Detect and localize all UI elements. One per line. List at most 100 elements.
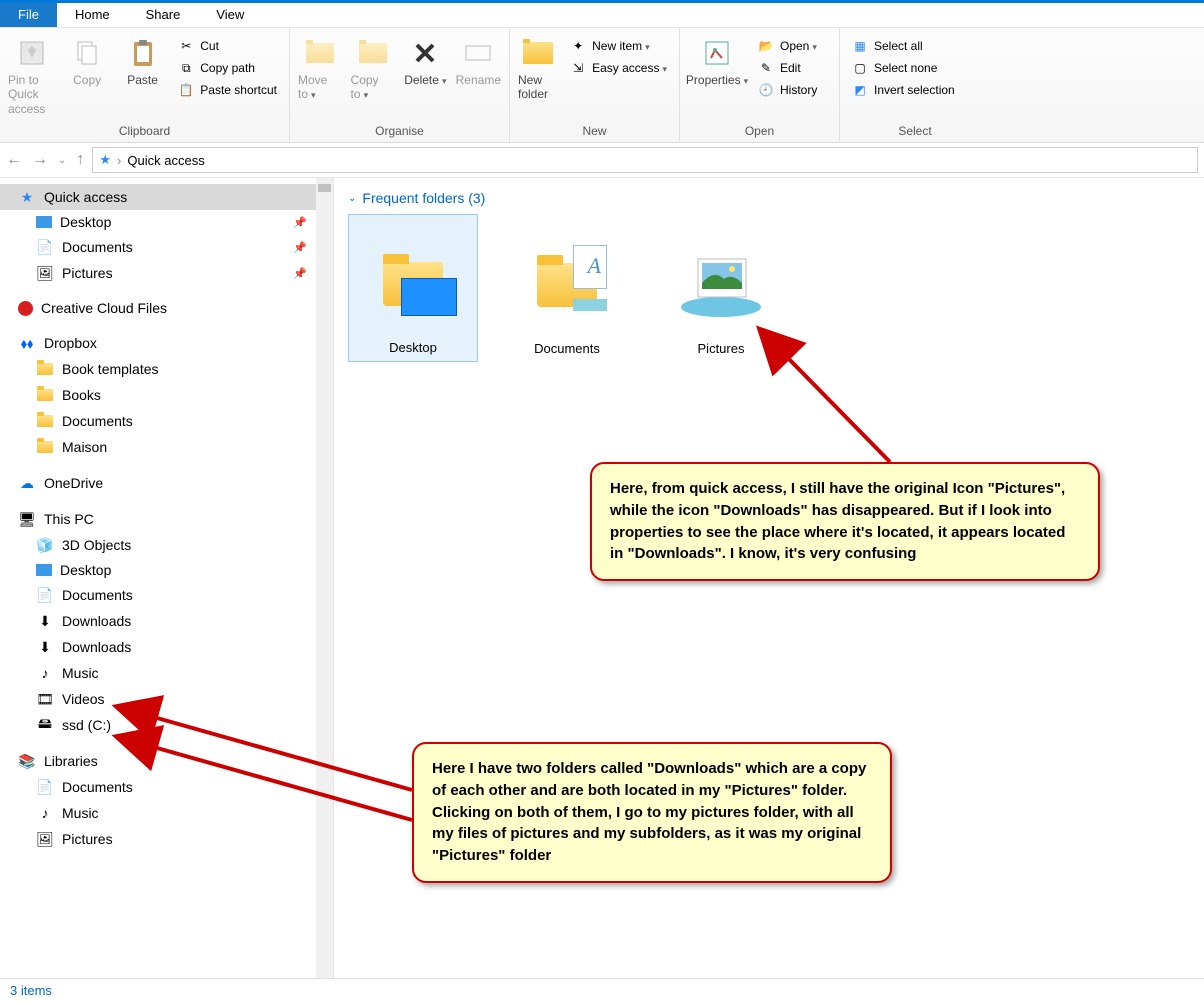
- nav-forward-button[interactable]: →: [32, 151, 48, 169]
- pin-icon: [15, 36, 49, 70]
- select-all-button[interactable]: ▦Select all: [846, 36, 961, 56]
- tree-item-libraries[interactable]: 📚Libraries: [0, 748, 333, 774]
- new-item-button[interactable]: ✦New item: [564, 36, 673, 56]
- tree-item[interactable]: ♪Music: [0, 800, 333, 826]
- group-label: New: [516, 122, 673, 142]
- tree-item[interactable]: Book templates: [0, 356, 333, 382]
- copy-button[interactable]: Copy: [61, 34, 112, 89]
- status-bar: 3 items: [0, 978, 1204, 1002]
- select-all-icon: ▦: [852, 38, 868, 54]
- tree-item[interactable]: 🖼Pictures: [0, 826, 333, 852]
- new-item-icon: ✦: [570, 38, 586, 54]
- edit-button[interactable]: ✎Edit: [752, 58, 823, 78]
- drive-icon: 🖴: [36, 716, 54, 734]
- tree-item[interactable]: Maison: [0, 434, 333, 460]
- group-label: Organise: [296, 122, 503, 142]
- delete-button[interactable]: Delete: [401, 34, 450, 89]
- tree-item-dropbox[interactable]: ⬧⬧Dropbox: [0, 330, 333, 356]
- scissors-icon: ✂: [178, 38, 194, 54]
- ribbon: Pin to Quick access Copy Paste ✂Cut ⧉Cop…: [0, 28, 1204, 143]
- tab-home[interactable]: Home: [57, 3, 128, 27]
- tab-view[interactable]: View: [198, 3, 262, 27]
- cc-icon: [18, 301, 33, 316]
- tree-item-documents[interactable]: 📄Documents📌: [0, 234, 333, 260]
- history-button[interactable]: 🕘History: [752, 80, 823, 100]
- nav-recent-button[interactable]: ⌄: [58, 155, 66, 166]
- tree-item-pictures[interactable]: 🖼Pictures📌: [0, 260, 333, 286]
- group-label: Clipboard: [6, 122, 283, 142]
- downloads-icon: ⬇: [36, 638, 54, 656]
- desktop-folder-icon: [368, 234, 458, 334]
- folder-icon: [36, 386, 54, 404]
- rename-button[interactable]: Rename: [454, 34, 503, 89]
- tree-item-onedrive[interactable]: ☁OneDrive: [0, 470, 333, 496]
- easy-access-icon: ⇲: [570, 60, 586, 76]
- tree-item-desktop[interactable]: Desktop📌: [0, 210, 333, 234]
- tree-item-downloads-1[interactable]: ⬇Downloads: [0, 608, 333, 634]
- pictures-icon: 🖼: [36, 264, 54, 282]
- annotation-callout-1: Here, from quick access, I still have th…: [590, 462, 1100, 581]
- invert-selection-icon: ◩: [852, 82, 868, 98]
- tree-item-creative-cloud[interactable]: Creative Cloud Files: [0, 296, 333, 320]
- libraries-icon: 📚: [18, 752, 36, 770]
- copy-to-icon: [356, 36, 390, 70]
- breadcrumb-separator: ›: [117, 153, 121, 168]
- tree-item-drive[interactable]: 🖴ssd (C:): [0, 712, 333, 738]
- select-none-icon: ▢: [852, 60, 868, 76]
- tree-item-this-pc[interactable]: 🖥This PC: [0, 506, 333, 532]
- delete-icon: [408, 36, 442, 70]
- new-folder-button[interactable]: New folder: [516, 34, 560, 104]
- pc-icon: 🖥: [18, 510, 36, 528]
- tree-item[interactable]: 🧊3D Objects: [0, 532, 333, 558]
- section-frequent-folders[interactable]: ⌄ Frequent folders (3): [348, 188, 1190, 214]
- star-icon: ★: [18, 188, 36, 206]
- music-icon: ♪: [36, 804, 54, 822]
- rename-icon: [461, 36, 495, 70]
- documents-folder-icon: A: [522, 235, 612, 335]
- tree-quick-access[interactable]: ★ Quick access: [0, 184, 333, 210]
- copy-path-icon: ⧉: [178, 60, 194, 76]
- select-none-button[interactable]: ▢Select none: [846, 58, 961, 78]
- folder-icon: [36, 412, 54, 430]
- folder-card-desktop[interactable]: Desktop: [348, 214, 478, 362]
- cut-button[interactable]: ✂Cut: [172, 36, 283, 56]
- tree-item[interactable]: Desktop: [0, 558, 333, 582]
- documents-icon: 📄: [36, 238, 54, 256]
- edit-icon: ✎: [758, 60, 774, 76]
- navigation-bar: ← → ⌄ ↑ ★ › Quick access: [0, 143, 1204, 178]
- tree-scrollbar[interactable]: [316, 178, 333, 978]
- pictures-folder-icon: [676, 235, 766, 335]
- onedrive-icon: ☁: [18, 474, 36, 492]
- nav-up-button[interactable]: ↑: [76, 151, 84, 169]
- invert-selection-button[interactable]: ◩Invert selection: [846, 80, 961, 100]
- tree-item[interactable]: 📄Documents: [0, 774, 333, 800]
- tree-item[interactable]: ♪Music: [0, 660, 333, 686]
- tree-item[interactable]: 📄Documents: [0, 582, 333, 608]
- navigation-tree[interactable]: ★ Quick access Desktop📌 📄Documents📌 🖼Pic…: [0, 178, 334, 978]
- folder-card-pictures[interactable]: Pictures: [656, 214, 786, 362]
- paste-icon: [126, 36, 160, 70]
- tree-item[interactable]: Books: [0, 382, 333, 408]
- tree-item[interactable]: 🎞Videos: [0, 686, 333, 712]
- breadcrumb[interactable]: Quick access: [127, 153, 204, 168]
- ribbon-tabs: File Home Share View: [0, 3, 1204, 28]
- move-to-button[interactable]: Move to: [296, 34, 345, 104]
- address-bar[interactable]: ★ › Quick access: [92, 147, 1198, 173]
- paste-shortcut-button[interactable]: 📋Paste shortcut: [172, 80, 283, 100]
- nav-back-button[interactable]: ←: [6, 151, 22, 169]
- group-label: Select: [846, 122, 984, 142]
- tab-share[interactable]: Share: [128, 3, 199, 27]
- pin-icon: 📌: [293, 241, 307, 254]
- tree-item-downloads-2[interactable]: ⬇Downloads: [0, 634, 333, 660]
- easy-access-button[interactable]: ⇲Easy access: [564, 58, 673, 78]
- copy-to-button[interactable]: Copy to: [349, 34, 398, 104]
- paste-button[interactable]: Paste: [117, 34, 168, 89]
- music-icon: ♪: [36, 664, 54, 682]
- tab-file[interactable]: File: [0, 3, 57, 27]
- pin-to-quick-access-button[interactable]: Pin to Quick access: [6, 34, 57, 118]
- tree-item[interactable]: Documents: [0, 408, 333, 434]
- folder-card-documents[interactable]: A Documents: [502, 214, 632, 362]
- open-button[interactable]: 📂Open: [752, 36, 823, 56]
- properties-button[interactable]: Properties: [686, 34, 748, 89]
- copy-path-button[interactable]: ⧉Copy path: [172, 58, 283, 78]
